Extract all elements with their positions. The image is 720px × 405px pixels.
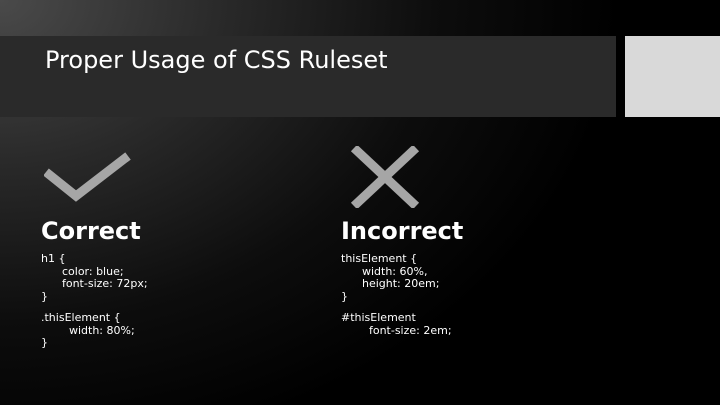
correct-code-block-1: h1 { color: blue; font-size: 72px; } xyxy=(41,252,148,303)
x-icon xyxy=(350,146,420,208)
incorrect-heading: Incorrect xyxy=(341,217,464,245)
check-icon xyxy=(44,152,131,202)
correct-code-block-2: .thisElement { width: 80%; } xyxy=(41,311,135,349)
incorrect-code-block-2: #thisElement font-size: 2em; xyxy=(341,311,452,337)
correct-heading: Correct xyxy=(41,217,141,245)
incorrect-code-block-1: thisElement { width: 60%, height: 20em; … xyxy=(341,252,440,303)
slide-title: Proper Usage of CSS Ruleset xyxy=(45,46,388,74)
accent-block xyxy=(625,36,720,117)
